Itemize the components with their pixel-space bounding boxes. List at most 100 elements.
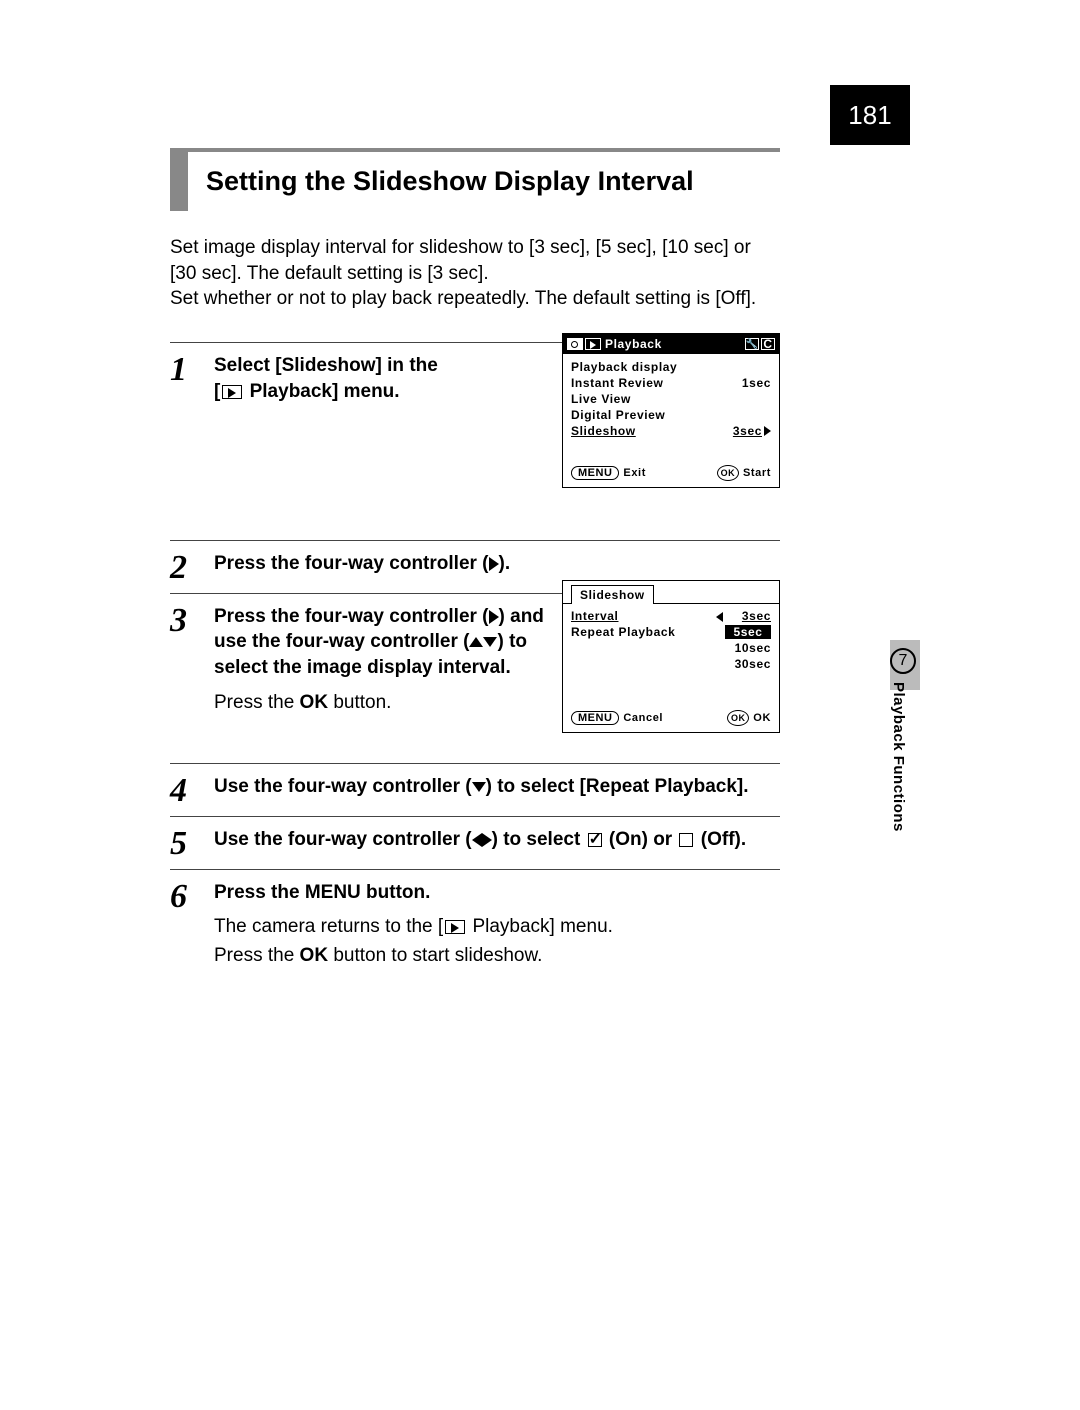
menu-item-selected: Slideshow 3sec: [571, 423, 771, 439]
step-3-instruction: Press the four-way controller () and use…: [214, 604, 544, 681]
screen-header: Playback 🔧 C: [563, 334, 779, 354]
value: 3sec: [725, 609, 771, 623]
menu-label: MENU: [305, 882, 361, 903]
text: The camera returns to the [: [214, 916, 443, 937]
right-arrow-icon: [489, 610, 499, 624]
label: Repeat Playback: [571, 625, 713, 639]
menu-button-label: MENU: [571, 466, 619, 480]
playback-icon: [445, 920, 465, 934]
side-tab: 7 Playback Functions: [890, 648, 920, 832]
step-number: 5: [170, 827, 214, 863]
text: (Off).: [695, 829, 746, 850]
menu-item: Playback display: [571, 359, 771, 375]
step-number: 4: [170, 774, 214, 810]
step-1-instruction: Select [Slideshow] in the [ Playback] me…: [214, 353, 534, 404]
submenu-row-selected: Interval 3sec: [571, 608, 771, 624]
up-arrow-icon: [469, 637, 483, 647]
ok-button-label: OK: [727, 710, 749, 726]
camera-icon: [567, 338, 583, 350]
text: Playback] menu.: [467, 916, 613, 937]
text: button.: [361, 882, 431, 903]
intro-line-2: Set whether or not to play back repeated…: [170, 286, 780, 312]
text: Press the: [214, 882, 305, 903]
page-content: Setting the Slideshow Display Interval S…: [170, 148, 780, 970]
intro-text: Set image display interval for slideshow…: [170, 235, 780, 312]
text: Press the four-way controller (: [214, 606, 489, 627]
step-5: 5 Use the four-way controller ( ) to sele…: [170, 816, 780, 863]
text: Press the four-way controller (: [214, 553, 489, 574]
value-highlighted: 5sec: [725, 625, 771, 639]
page-number: 181: [830, 85, 910, 145]
right-arrow-icon: [764, 426, 771, 436]
chapter-number: 7: [890, 648, 916, 674]
menu-item: Instant Review 1sec: [571, 375, 771, 391]
footer-left-text: Cancel: [623, 712, 663, 724]
tab-label: Slideshow: [571, 585, 654, 604]
screen-body: Interval 3sec Repeat Playback 5sec 10sec…: [563, 604, 779, 704]
label: Slideshow: [571, 424, 636, 438]
step-6-instruction: Press the MENU button.: [214, 880, 780, 906]
text: Playback] menu.: [244, 381, 399, 402]
step-number: 3: [170, 604, 214, 757]
playback-icon: [222, 385, 242, 399]
text: Select [Slideshow] in the: [214, 355, 438, 376]
wrench-icon: 🔧: [745, 338, 759, 350]
camera-screen-playback-menu: Playback 🔧 C Playback display Instant Re…: [562, 333, 780, 488]
value: 10sec: [725, 641, 771, 655]
label: Instant Review: [571, 376, 663, 390]
value: 3sec: [733, 424, 762, 438]
playback-tab-icon: [585, 338, 601, 350]
screen-title: Playback: [605, 337, 662, 351]
label: Digital Preview: [571, 408, 665, 422]
text: Press the: [214, 692, 300, 713]
menu-item: Digital Preview: [571, 407, 771, 423]
step-4: 4 Use the four-way controller ( ) to sele…: [170, 763, 780, 810]
submenu-row: 30sec: [571, 656, 771, 672]
screen-tab: Slideshow: [563, 581, 779, 604]
step-6-note: The camera returns to the [ Playback] me…: [214, 913, 780, 970]
screen-footer: MENUCancel OKOK: [563, 704, 779, 732]
text: Press the: [214, 945, 300, 966]
text: button to start slideshow.: [328, 945, 542, 966]
submenu-row: 10sec: [571, 640, 771, 656]
custom-icon: C: [761, 338, 775, 350]
text: ) to select: [492, 829, 586, 850]
submenu-row: Repeat Playback 5sec: [571, 624, 771, 640]
down-arrow-icon: [483, 637, 497, 647]
ok-button-label: OK: [717, 465, 739, 481]
step-5-instruction: Use the four-way controller ( ) to select…: [214, 827, 780, 853]
step-number: 6: [170, 880, 214, 971]
screen-footer: MENU Exit OK Start: [563, 459, 779, 487]
text: ) to select [Repeat Playback].: [486, 776, 749, 797]
right-arrow-icon: [489, 557, 499, 571]
ok-label: OK: [300, 692, 329, 713]
ok-label: OK: [300, 945, 329, 966]
down-arrow-icon: [472, 782, 486, 792]
right-arrow-icon: [482, 833, 492, 847]
text: [: [214, 381, 220, 402]
menu-item: Live View: [571, 391, 771, 407]
left-arrow-icon: [716, 612, 723, 622]
step-number: 1: [170, 353, 214, 534]
screen-body: Playback display Instant Review 1sec Live…: [563, 354, 779, 459]
label: Live View: [571, 392, 631, 406]
text: Use the four-way controller (: [214, 829, 472, 850]
checkbox-off-icon: [679, 833, 693, 847]
footer-right-text: Start: [743, 467, 771, 479]
section-title: Setting the Slideshow Display Interval: [170, 148, 780, 211]
value: 30sec: [725, 657, 771, 671]
text: Use the four-way controller (: [214, 776, 472, 797]
footer-right-text: OK: [753, 712, 771, 724]
step-2-instruction: Press the four-way controller ().: [214, 551, 780, 577]
label: Interval: [571, 609, 713, 623]
text: (On) or: [604, 829, 678, 850]
left-arrow-icon: [472, 833, 482, 847]
checkbox-on-icon: [588, 833, 602, 847]
intro-line-1: Set image display interval for slideshow…: [170, 235, 780, 286]
step-4-instruction: Use the four-way controller ( ) to select…: [214, 774, 780, 800]
step-6: 6 Press the MENU button. The camera retu…: [170, 869, 780, 971]
step-number: 2: [170, 551, 214, 587]
footer-left-text: Exit: [623, 467, 646, 479]
text: button.: [328, 692, 391, 713]
value: 1sec: [742, 376, 771, 390]
